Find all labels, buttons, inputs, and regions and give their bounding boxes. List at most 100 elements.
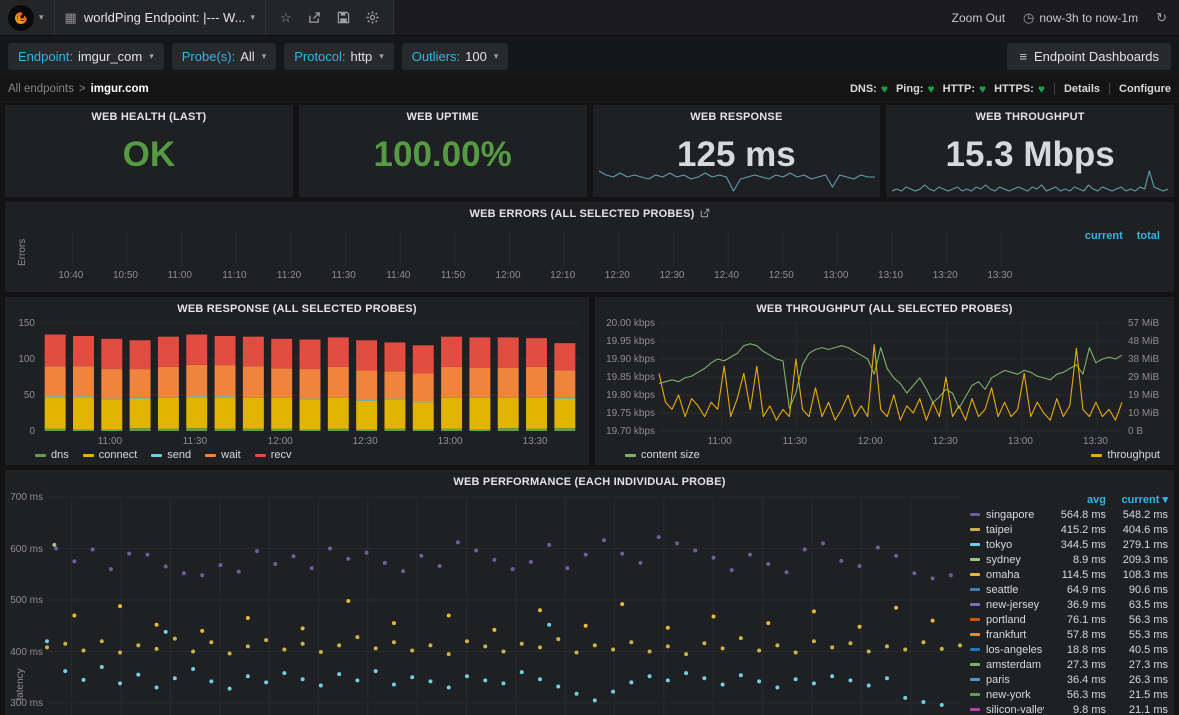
probe-name[interactable]: silicon-valley (986, 704, 1044, 715)
panel-title[interactable]: WEB THROUGHPUT (ALL SELECTED PROBES) (595, 303, 1174, 315)
dashboard-title-picker[interactable]: ▦ worldPing Endpoint: |--- W... ▾ (55, 0, 266, 35)
x-axis-tick: 13:00 (823, 270, 848, 281)
chevron-down-icon: ▾ (149, 51, 154, 62)
menu-icon: ≡ (1019, 49, 1027, 64)
refresh-icon[interactable]: ↻ (1156, 10, 1167, 26)
legend-swatch (970, 543, 980, 546)
x-axis-tick: 12:00 (496, 270, 521, 281)
panel-web-errors: WEB ERRORS (ALL SELECTED PROBES) 10:4010… (5, 202, 1174, 292)
panel-title[interactable]: WEB RESPONSE (ALL SELECTED PROBES) (5, 303, 589, 315)
time-range-label: now-3h to now-1m (1039, 11, 1138, 25)
panel-title[interactable]: WEB ERRORS (ALL SELECTED PROBES) (5, 208, 1174, 220)
legend-item-send[interactable]: send (151, 449, 191, 461)
probe-current: 209.3 ms (1106, 554, 1168, 566)
x-axis-tick: 12:50 (769, 270, 794, 281)
breadcrumb-current: imgur.com (91, 83, 149, 95)
endpoint-status-group: DNS:♥ Ping:♥ HTTP:♥ HTTPS:♥ | Details | … (850, 82, 1171, 96)
legend-item-connect[interactable]: connect (83, 449, 138, 461)
probe-name[interactable]: new-jersey (986, 599, 1044, 611)
probe-avg: 27.3 ms (1044, 659, 1106, 671)
probe-avg: 9.8 ms (1044, 704, 1106, 715)
external-link-icon[interactable] (700, 208, 710, 218)
star-icon[interactable]: ☆ (280, 11, 292, 24)
probe-name[interactable]: sydney (986, 554, 1044, 566)
legend-item-dns[interactable]: dns (35, 449, 69, 461)
x-axis-tick: 12:30 (659, 270, 684, 281)
var-endpoint[interactable]: Endpoint: imgur_com ▾ (8, 43, 164, 70)
divider: | (1053, 83, 1056, 95)
probe-avg: 344.5 ms (1044, 539, 1106, 551)
share-icon[interactable] (308, 11, 321, 24)
y-axis-tick: 0 (11, 426, 35, 437)
configure-link[interactable]: Configure (1119, 83, 1171, 95)
web-response-plot[interactable]: 15010050011:0011:3012:0012:3013:0013:30d… (5, 297, 589, 465)
sort-by-avg[interactable]: avg (1044, 494, 1106, 506)
left-axis-tick: 19.70 kbps (599, 426, 655, 437)
probe-name[interactable]: singapore (986, 509, 1044, 521)
probe-name[interactable]: frankfurt (986, 629, 1044, 641)
dashboard-content: WEB HEALTH (LAST) OK WEB UPTIME 100.00% … (0, 102, 1179, 715)
legend-row-seattle: seattle64.9 ms90.6 ms (970, 582, 1168, 597)
heart-icon: ♥ (1038, 82, 1045, 96)
left-axis-tick: 19.80 kbps (599, 390, 655, 401)
probe-name[interactable]: tokyo (986, 539, 1044, 551)
breadcrumb-all-endpoints[interactable]: All endpoints (8, 83, 74, 95)
x-axis-tick: 13:30 (523, 436, 548, 447)
probe-name[interactable]: amsterdam (986, 659, 1044, 671)
var-outliers[interactable]: Outliers: 100 ▾ (402, 43, 509, 70)
x-axis-tick: 12:30 (353, 436, 378, 447)
ping-check: Ping:♥ (896, 82, 935, 96)
left-axis-tick: 19.85 kbps (599, 372, 655, 383)
legend-item-recv[interactable]: recv (255, 449, 292, 461)
legend-row-portland: portland76.1 ms56.3 ms (970, 612, 1168, 627)
right-axis-tick: 57 MiB (1128, 318, 1159, 329)
legend-item-total[interactable]: total (1137, 230, 1160, 242)
gear-icon[interactable] (366, 11, 379, 24)
probe-name[interactable]: new-york (986, 689, 1044, 701)
legend-item-content-size[interactable]: content size (625, 449, 700, 461)
details-link[interactable]: Details (1064, 83, 1100, 95)
panel-title[interactable]: WEB HEALTH (LAST) (5, 111, 293, 123)
probe-name[interactable]: taipei (986, 524, 1044, 536)
web-performance-legend-table: avgcurrent ▾singapore564.8 ms548.2 mstai… (970, 492, 1168, 715)
x-axis-tick: 11:00 (168, 270, 192, 281)
probe-current: 27.3 ms (1106, 659, 1168, 671)
legend-swatch (970, 528, 980, 531)
chevron-down-icon: ▾ (262, 51, 267, 62)
legend-swatch (205, 454, 216, 457)
probe-name[interactable]: omaha (986, 569, 1044, 581)
save-icon[interactable] (337, 11, 350, 24)
legend-item-wait[interactable]: wait (205, 449, 241, 461)
panel-title[interactable]: WEB PERFORMANCE (EACH INDIVIDUAL PROBE) (5, 476, 1174, 488)
legend-row-los-angeles: los-angeles18.8 ms40.5 ms (970, 642, 1168, 657)
probe-name[interactable]: los-angeles (986, 644, 1044, 656)
var-protocol[interactable]: Protocol: http ▾ (284, 43, 394, 70)
panel-web-throughput-stat: WEB THROUGHPUT 15.3 Mbps (886, 105, 1174, 197)
var-probes[interactable]: Probe(s): All ▾ (172, 43, 276, 70)
panel-title[interactable]: WEB RESPONSE (593, 111, 881, 123)
grafana-menu[interactable]: ▾ (0, 0, 55, 35)
panel-title[interactable]: WEB THROUGHPUT (886, 111, 1174, 123)
probe-name[interactable]: paris (986, 674, 1044, 686)
time-range-picker[interactable]: ◷ now-3h to now-1m (1023, 10, 1138, 26)
web-response-sparkline (599, 167, 875, 193)
probe-name[interactable]: seattle (986, 584, 1044, 596)
endpoint-dashboards-button[interactable]: ≡ Endpoint Dashboards (1007, 43, 1171, 70)
panel-title[interactable]: WEB UPTIME (299, 111, 587, 123)
legend-item-throughput[interactable]: throughput (1091, 449, 1160, 461)
x-axis-tick: 11:30 (332, 270, 356, 281)
sort-by-current[interactable]: current ▾ (1106, 493, 1168, 506)
probe-avg: 114.5 ms (1044, 569, 1106, 581)
x-axis-tick: 10:40 (58, 270, 83, 281)
probe-current: 40.5 ms (1106, 644, 1168, 656)
dns-check: DNS:♥ (850, 82, 888, 96)
legend-table-header: avgcurrent ▾ (970, 492, 1168, 507)
panel-web-throughput-graph: WEB THROUGHPUT (ALL SELECTED PROBES) 20.… (595, 297, 1174, 465)
probe-name[interactable]: portland (986, 614, 1044, 626)
probe-avg: 36.4 ms (1044, 674, 1106, 686)
clock-icon: ◷ (1023, 10, 1034, 26)
zoom-out-button[interactable]: Zoom Out (952, 11, 1005, 25)
web-throughput-plot[interactable]: 20.00 kbps57 MiB19.95 kbps48 MiB19.90 kb… (595, 297, 1174, 465)
panel-web-uptime: WEB UPTIME 100.00% (299, 105, 587, 197)
legend-item-current[interactable]: current (1085, 230, 1123, 242)
